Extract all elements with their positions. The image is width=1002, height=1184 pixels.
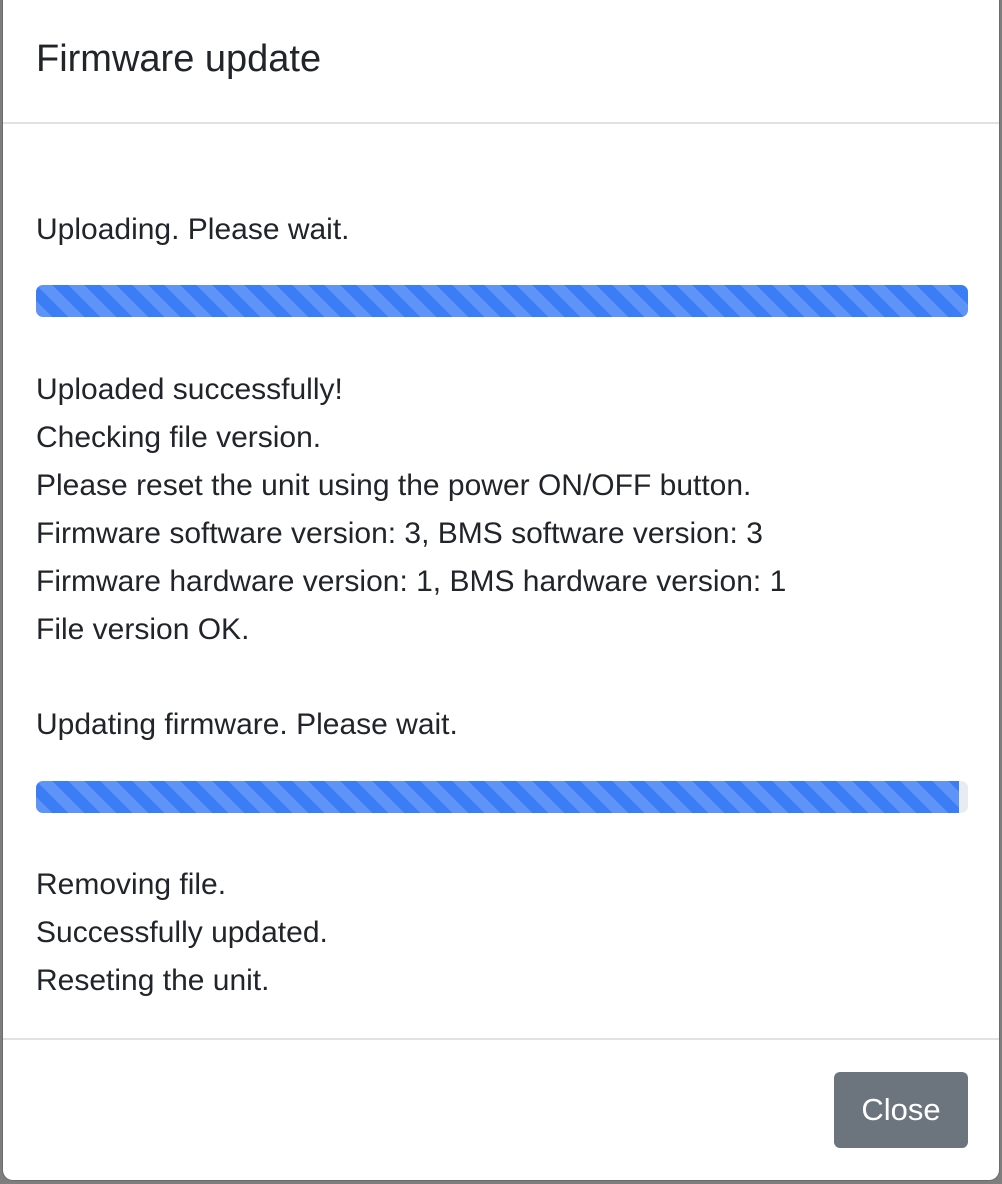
upload-message: File version OK. bbox=[36, 613, 250, 646]
upload-message: Please reset the unit using the power ON… bbox=[36, 469, 752, 502]
modal-footer: Close bbox=[3, 1038, 999, 1180]
update-message: Removing file. bbox=[36, 868, 227, 901]
modal-title: Firmware update bbox=[36, 38, 322, 81]
update-status-text: Updating firmware. Please wait. bbox=[36, 708, 458, 741]
upload-progress-fill bbox=[36, 285, 968, 317]
update-progress-bar bbox=[36, 781, 968, 813]
update-message: Successfully updated. bbox=[36, 916, 328, 949]
update-progress-fill bbox=[36, 781, 959, 813]
upload-message: Firmware hardware version: 1, BMS hardwa… bbox=[36, 565, 787, 598]
close-button[interactable]: Close bbox=[834, 1072, 968, 1148]
modal-body: Uploading. Please wait. Uploaded success… bbox=[3, 124, 999, 1038]
modal-header: Firmware update bbox=[3, 0, 999, 124]
upload-message: Firmware software version: 3, BMS softwa… bbox=[36, 517, 763, 550]
firmware-update-dialog: Firmware update Uploading. Please wait. … bbox=[3, 0, 999, 1180]
upload-message: Checking file version. bbox=[36, 421, 322, 454]
upload-message: Uploaded successfully! bbox=[36, 373, 343, 406]
upload-progress-bar bbox=[36, 285, 968, 317]
upload-status-text: Uploading. Please wait. bbox=[36, 213, 350, 246]
update-message: Reseting the unit. bbox=[36, 964, 270, 997]
